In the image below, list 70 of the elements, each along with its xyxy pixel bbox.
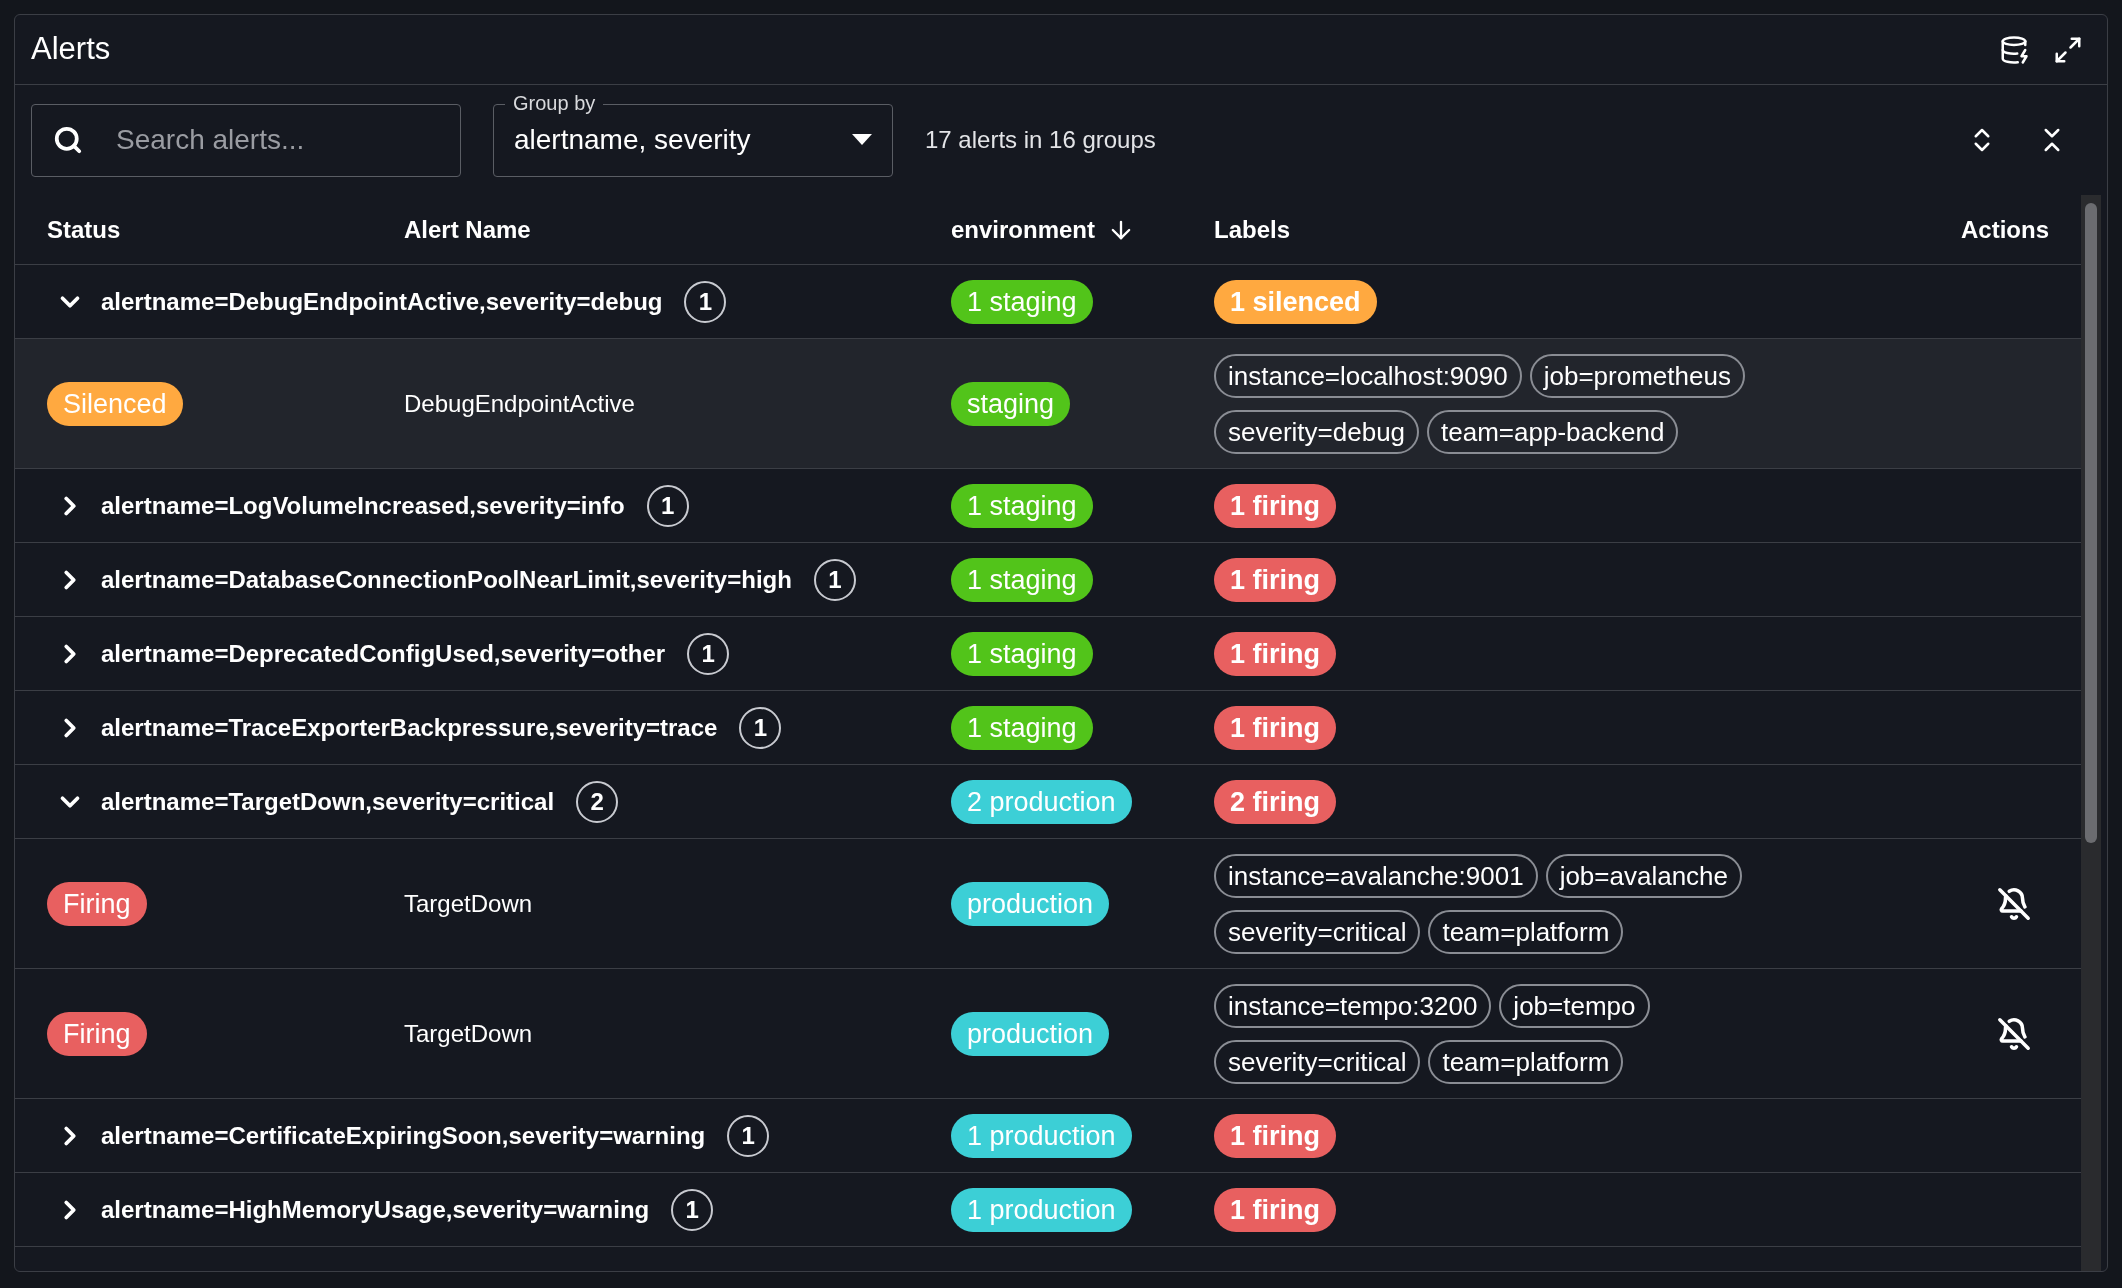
label-chip: team=app-backend bbox=[1427, 409, 1679, 454]
environment-count: 1 staging bbox=[951, 279, 1093, 324]
environment-badge: production bbox=[951, 881, 1110, 926]
alert-count: 1 bbox=[671, 1188, 714, 1231]
alert-count: 1 bbox=[646, 484, 689, 527]
label-chip: instance=avalanche:9001 bbox=[1214, 853, 1538, 898]
column-header[interactable]: Actions bbox=[1961, 211, 2049, 248]
silence-button[interactable] bbox=[1997, 886, 2031, 921]
state-count: 1 firing bbox=[1214, 557, 1336, 602]
group-name: alertname=TargetDown,severity=critical bbox=[101, 786, 555, 817]
alert-count: 1 bbox=[684, 280, 727, 323]
group-name: alertname=DatabaseConnectionPoolNearLimit,severity=high bbox=[101, 564, 792, 595]
group-name: alertname=HighMemoryUsage,severity=warning bbox=[101, 1194, 650, 1225]
state-count: 1 firing bbox=[1214, 483, 1336, 528]
status-badge: Silenced bbox=[47, 381, 183, 426]
expand-icon bbox=[2053, 34, 2083, 65]
alert-count: 1 bbox=[687, 632, 730, 675]
bell-off-icon bbox=[1997, 1016, 2031, 1051]
state-count: 1 firing bbox=[1214, 1187, 1336, 1232]
group-name: alertname=TraceExporterBackpressure,severity=trace bbox=[101, 712, 718, 743]
state-count: 1 firing bbox=[1214, 631, 1336, 676]
group-name: alertname=LogVolumeIncreased,severity=info bbox=[101, 490, 625, 521]
environment-count: 2 production bbox=[951, 779, 1132, 824]
scrollbar[interactable] bbox=[2081, 195, 2101, 1271]
group-name: alertname=CertificateExpiringSoon,severity=warning bbox=[101, 1120, 706, 1151]
dropdown-caret-icon bbox=[852, 134, 872, 146]
column-header[interactable]: Status bbox=[47, 211, 121, 248]
label-chip: job=prometheus bbox=[1529, 353, 1745, 398]
alert-count: 1 bbox=[813, 558, 856, 601]
status-badge: Firing bbox=[47, 1011, 147, 1056]
fullscreen-button[interactable] bbox=[2053, 34, 2083, 65]
column-header[interactable]: Alert Name bbox=[404, 211, 531, 248]
environment-badge: staging bbox=[951, 381, 1071, 426]
label-chip: job=avalanche bbox=[1545, 853, 1743, 898]
status-badge: Firing bbox=[47, 881, 147, 926]
panel-title: Alerts bbox=[31, 30, 111, 69]
label-chip: severity=debug bbox=[1214, 409, 1420, 454]
state-count: 1 firing bbox=[1214, 1113, 1336, 1158]
environment-count: 1 staging bbox=[951, 705, 1093, 750]
bell-off-icon bbox=[1997, 886, 2031, 921]
column-header[interactable]: environment bbox=[951, 211, 1096, 248]
label-chip: instance=localhost:9090 bbox=[1214, 353, 1522, 398]
environment-count: 1 staging bbox=[951, 631, 1093, 676]
environment-badge: production bbox=[951, 1011, 1110, 1056]
alert-name: DebugEndpointActive bbox=[404, 388, 635, 419]
state-count: 1 firing bbox=[1214, 705, 1336, 750]
group-name: alertname=DeprecatedConfigUsed,severity=other bbox=[101, 638, 666, 669]
search-icon bbox=[53, 124, 83, 155]
environment-count: 1 production bbox=[951, 1113, 1132, 1158]
alert-name: TargetDown bbox=[404, 1018, 533, 1049]
alert-count: 1 bbox=[739, 706, 782, 749]
alert-count: 1 bbox=[727, 1114, 770, 1157]
search-field[interactable]: Search alerts... bbox=[31, 103, 461, 177]
environment-count: 1 staging bbox=[951, 483, 1093, 528]
column-header[interactable]: Labels bbox=[1214, 211, 1291, 248]
alert-count: 2 bbox=[576, 780, 619, 823]
state-count: 1 silenced bbox=[1214, 279, 1377, 324]
alert-name: TargetDown bbox=[404, 888, 533, 919]
environment-count: 1 staging bbox=[951, 557, 1093, 602]
label-chip: job=tempo bbox=[1499, 983, 1650, 1028]
state-count: 2 firing bbox=[1214, 779, 1336, 824]
label-chip: team=platform bbox=[1428, 909, 1624, 954]
label-chip: instance=tempo:3200 bbox=[1214, 983, 1492, 1028]
alert-summary: 17 alerts in 16 groups bbox=[925, 125, 1156, 155]
label-chip: severity=critical bbox=[1214, 1039, 1421, 1084]
group-name: alertname=DebugEndpointActive,severity=debug bbox=[101, 286, 663, 317]
label-chip: severity=critical bbox=[1214, 909, 1421, 954]
label-chip: team=platform bbox=[1428, 1039, 1624, 1084]
silence-button[interactable] bbox=[1997, 1016, 2031, 1051]
environment-count: 1 production bbox=[951, 1187, 1132, 1232]
